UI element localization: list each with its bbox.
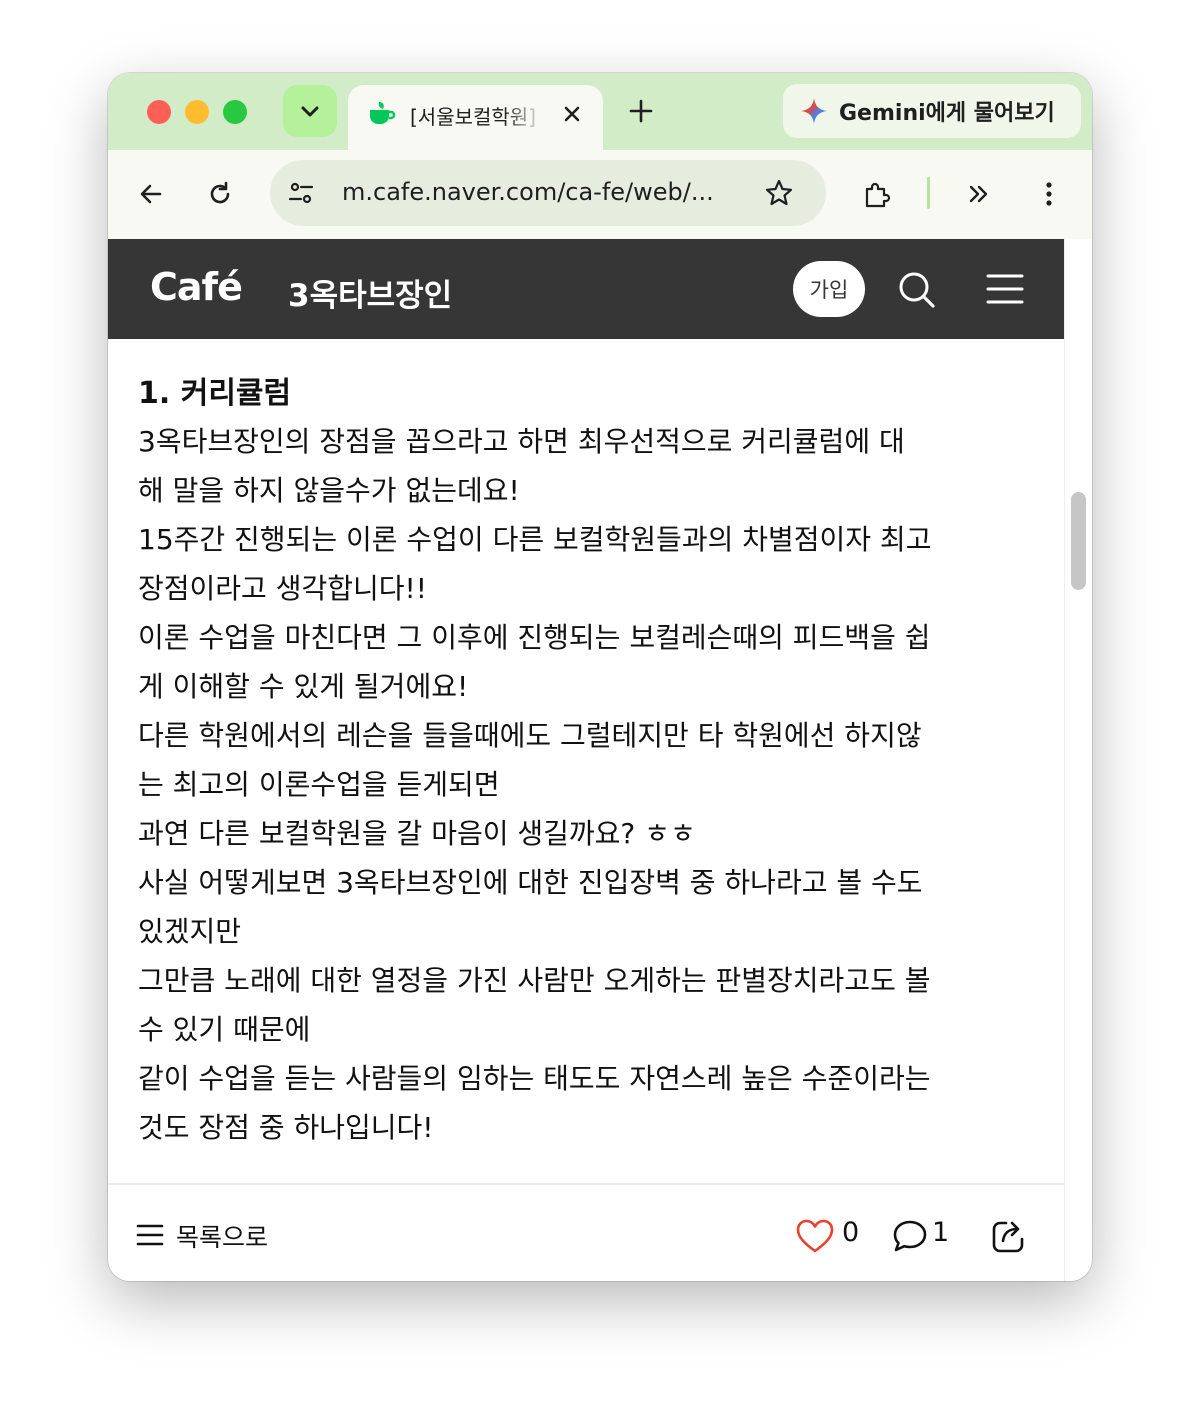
maximize-window-button[interactable] [223, 100, 247, 124]
article-line: 는 최고의 이론수업을 듣게되면 [138, 768, 500, 801]
browser-toolbar: m.cafe.naver.com/ca-fe/web/... [108, 150, 1092, 239]
bookmark-star-icon[interactable] [764, 178, 794, 208]
back-to-list-link[interactable]: 목록으로 [176, 1218, 268, 1254]
toolbar-divider [927, 177, 930, 209]
article-line: 3옥타브장인의 장점을 꼽으라고 하면 최우선적으로 커리큘럼에 대 [138, 425, 905, 458]
url-text: m.cafe.naver.com/ca-fe/web/... [342, 178, 714, 206]
close-tab-icon[interactable] [560, 102, 584, 126]
cafe-name[interactable]: 3옥타브장인 [288, 270, 452, 315]
article-footer: 목록으로 0 1 [108, 1185, 1064, 1281]
article-line: 사실 어떻게보면 3옥타브장인에 대한 진입장벽 중 하나라고 볼 수도 [138, 866, 923, 899]
article-heading: 1. 커리큘럼 [138, 376, 292, 411]
web-page: Café 3옥타브장인 가입 1. 커리큘럼 3옥타브장인의 장점을 꼽으라고 … [108, 239, 1092, 1281]
tab-search-button[interactable] [283, 85, 337, 137]
search-icon[interactable] [896, 269, 936, 309]
cafe-header: Café 3옥타브장인 가입 [108, 239, 1064, 339]
comment-count: 1 [932, 1217, 950, 1248]
back-arrow-icon[interactable] [136, 179, 166, 209]
join-button[interactable]: 가입 [793, 261, 865, 317]
article-body: 1. 커리큘럼 3옥타브장인의 장점을 꼽으라고 하면 최우선적으로 커리큘럼에… [138, 371, 1038, 1152]
extensions-puzzle-icon[interactable] [862, 179, 892, 209]
more-menu-icon[interactable] [1034, 179, 1064, 209]
article-line: 해 말을 하지 않을수가 없는데요! [138, 474, 520, 507]
tab-title: [서울보컬학원] 3옥타브장인 [410, 105, 544, 129]
gemini-label: Gemini에게 물어보기 [839, 101, 1055, 126]
address-bar[interactable]: m.cafe.naver.com/ca-fe/web/... [270, 160, 826, 226]
article-line: 게 이해할 수 있게 될거에요! [138, 670, 469, 703]
share-icon[interactable] [990, 1217, 1028, 1255]
heart-like-icon[interactable] [796, 1218, 834, 1254]
chevron-down-icon [301, 106, 319, 117]
article-line: 장점이라고 생각합니다!! [138, 572, 427, 605]
scrollbar-thumb[interactable] [1071, 492, 1086, 590]
cafe-logo[interactable]: Café [150, 265, 243, 309]
new-tab-icon[interactable] [627, 97, 655, 125]
close-window-button[interactable] [147, 100, 171, 124]
article-line: 다른 학원에서의 레슨을 들을때에도 그럴테지만 타 학원에선 하지않 [138, 719, 922, 752]
article-line: 같이 수업을 듣는 사람들의 임하는 태도도 자연스레 높은 수준이라는 [138, 1062, 931, 1095]
like-count: 0 [842, 1217, 860, 1248]
naver-cafe-favicon-icon [370, 102, 396, 124]
tab-strip: [서울보컬학원] 3옥타브장인 Gemini에게 물어 [108, 73, 1092, 150]
article-line: 있겠지만 [138, 915, 242, 948]
comment-bubble-icon[interactable] [892, 1218, 928, 1254]
ask-gemini-button[interactable]: Gemini에게 물어보기 [783, 84, 1081, 138]
site-settings-icon[interactable] [286, 178, 316, 208]
article-line: 이론 수업을 마친다면 그 이후에 진행되는 보컬레슨때의 피드백을 쉽 [138, 621, 931, 654]
scrollbar-track[interactable] [1064, 239, 1092, 1281]
list-icon[interactable] [136, 1221, 164, 1249]
reload-icon[interactable] [205, 179, 235, 209]
menu-hamburger-icon[interactable] [985, 269, 1025, 309]
overflow-chevrons-icon[interactable] [964, 179, 994, 209]
article-line: 것도 장점 중 하나입니다! [138, 1111, 434, 1144]
article-line: 15주간 진행되는 이론 수업이 다른 보컬학원들과의 차별점이자 최고 [138, 523, 932, 556]
article-line: 수 있기 때문에 [138, 1013, 311, 1046]
gemini-sparkle-icon [801, 98, 827, 124]
article-line: 그만큼 노래에 대한 열정을 가진 사람만 오게하는 판별장치라고도 볼 [138, 964, 931, 997]
tab-active[interactable]: [서울보컬학원] 3옥타브장인 [348, 85, 603, 150]
browser-window: [서울보컬학원] 3옥타브장인 Gemini에게 물어 [108, 73, 1092, 1281]
article-line: 과연 다른 보컬학원을 갈 마음이 생길까요? ㅎㅎ [138, 817, 696, 850]
minimize-window-button[interactable] [185, 100, 209, 124]
